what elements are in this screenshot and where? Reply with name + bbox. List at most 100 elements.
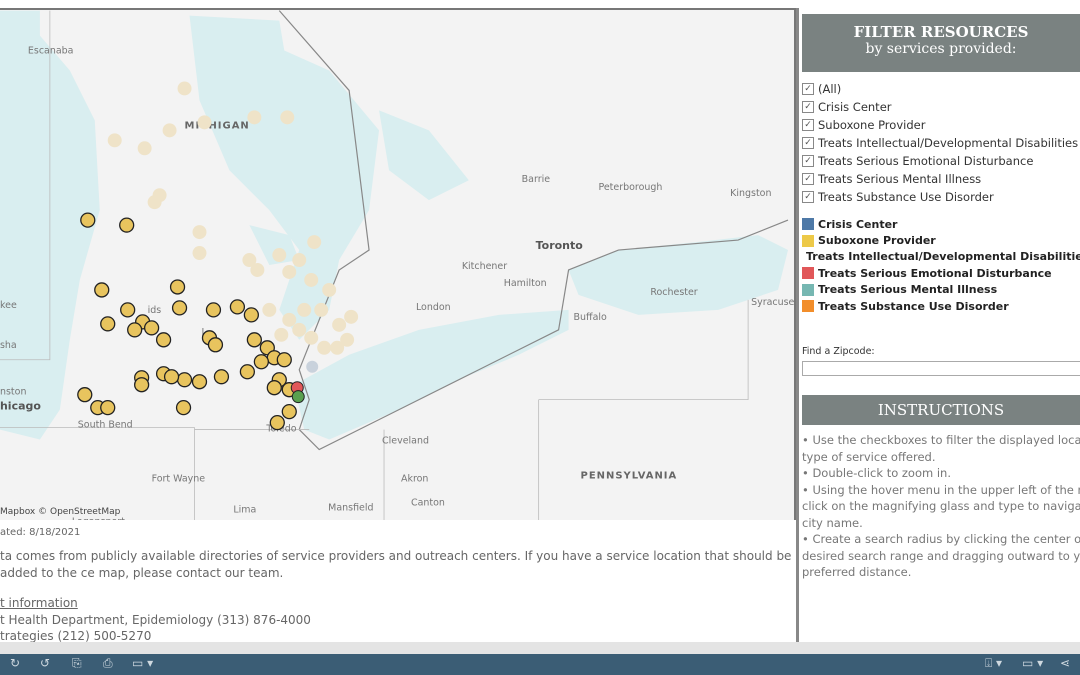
filter-option[interactable]: ✓ Treats Serious Emotional Disturbance bbox=[802, 152, 1080, 170]
zipcode-input[interactable] bbox=[802, 361, 1080, 376]
redo-icon[interactable]: ↻ bbox=[10, 656, 20, 670]
faded-location-point[interactable] bbox=[197, 115, 212, 130]
faded-location-point[interactable] bbox=[247, 110, 262, 125]
faded-location-point[interactable] bbox=[274, 327, 289, 342]
suboxone-location-point[interactable] bbox=[134, 377, 150, 393]
developmental-disability-point[interactable] bbox=[291, 390, 305, 404]
suboxone-location-point[interactable] bbox=[119, 217, 135, 233]
faded-location-point[interactable] bbox=[292, 253, 307, 267]
suboxone-location-point[interactable] bbox=[207, 337, 224, 353]
filter-option[interactable]: ✓ (All) bbox=[802, 80, 1080, 98]
device-layout-icon[interactable]: ▭ ▾ bbox=[1022, 656, 1043, 670]
faded-location-point[interactable] bbox=[107, 133, 122, 148]
faded-location-point[interactable] bbox=[137, 141, 152, 156]
download-icon[interactable]: ⍗ ▾ bbox=[985, 656, 1002, 671]
faded-location-point[interactable] bbox=[322, 282, 337, 297]
pause-icon[interactable]: ⎙ bbox=[103, 656, 113, 671]
crisis-location-point[interactable] bbox=[306, 360, 319, 373]
faded-location-point[interactable] bbox=[262, 302, 277, 317]
suboxone-location-point[interactable] bbox=[100, 400, 116, 416]
suboxone-location-point[interactable] bbox=[191, 374, 208, 390]
faded-location-point[interactable] bbox=[297, 302, 312, 317]
suboxone-location-point[interactable] bbox=[171, 300, 188, 316]
checkbox[interactable]: ✓ bbox=[802, 173, 814, 185]
suboxone-location-point[interactable] bbox=[281, 403, 297, 420]
faded-location-point[interactable] bbox=[272, 248, 287, 263]
suboxone-location-point[interactable] bbox=[175, 400, 192, 416]
map-canvas[interactable]: MICHIGAN PENNSYLVANIA Escanaba Barrie Peterb… bbox=[0, 10, 794, 520]
suboxone-location-point[interactable] bbox=[266, 380, 282, 396]
water-bodies bbox=[0, 10, 789, 440]
faded-location-point[interactable] bbox=[282, 265, 297, 279]
faded-location-point[interactable] bbox=[282, 312, 297, 327]
legend-item[interactable]: Treats Intellectual/Developmental Disabi… bbox=[802, 249, 1080, 265]
suboxone-location-point[interactable] bbox=[127, 322, 143, 338]
suboxone-location-point[interactable] bbox=[205, 302, 222, 318]
faded-location-point[interactable] bbox=[177, 81, 192, 96]
checkbox[interactable]: ✓ bbox=[802, 155, 814, 167]
instruction-line: • Use the checkboxes to filter the displ… bbox=[802, 433, 1080, 447]
checkbox[interactable]: ✓ bbox=[802, 83, 814, 95]
faded-location-point[interactable] bbox=[162, 123, 177, 138]
undo-icon[interactable]: ↺ bbox=[40, 656, 50, 670]
suboxone-location-point[interactable] bbox=[100, 316, 116, 332]
legend-item[interactable]: Treats Substance Use Disorder bbox=[802, 298, 1080, 314]
instruction-line: click on the magnifying glass and type t… bbox=[802, 499, 1080, 513]
suboxone-location-point[interactable] bbox=[213, 369, 230, 385]
suboxone-location-point[interactable] bbox=[246, 332, 262, 348]
service-filter-list: ✓ (All) ✓ Crisis Center ✓ Suboxone Provider ✓ T… bbox=[802, 80, 1080, 206]
faded-location-point[interactable] bbox=[314, 302, 329, 317]
legend-item[interactable]: Treats Serious Emotional Disturbance bbox=[802, 265, 1080, 281]
filter-option[interactable]: ✓ Suboxone Provider bbox=[802, 116, 1080, 134]
suboxone-location-point[interactable] bbox=[239, 364, 256, 380]
map-attribution[interactable]: Mapbox © OpenStreetMap bbox=[0, 507, 120, 517]
suboxone-location-point[interactable] bbox=[253, 354, 269, 370]
faded-location-point[interactable] bbox=[304, 272, 319, 287]
suboxone-location-point[interactable] bbox=[176, 372, 193, 388]
suboxone-location-point[interactable] bbox=[276, 352, 292, 368]
faded-location-point[interactable] bbox=[344, 309, 359, 324]
faded-location-point[interactable] bbox=[250, 263, 265, 277]
suboxone-location-point[interactable] bbox=[94, 282, 110, 298]
suboxone-location-point[interactable] bbox=[77, 387, 93, 403]
filter-option-label: Treats Serious Mental Illness bbox=[818, 172, 982, 186]
legend-item[interactable]: Suboxone Provider bbox=[802, 232, 1080, 248]
faded-location-point[interactable] bbox=[192, 225, 207, 240]
suboxone-location-point[interactable] bbox=[143, 320, 160, 336]
contact-heading[interactable]: t information bbox=[0, 595, 311, 612]
checkbox[interactable]: ✓ bbox=[802, 101, 814, 113]
filter-option[interactable]: ✓ Treats Intellectual/Developmental Disab… bbox=[802, 134, 1080, 152]
suboxone-location-point[interactable] bbox=[243, 307, 259, 323]
suboxone-location-point[interactable] bbox=[163, 369, 180, 385]
faded-location-point[interactable] bbox=[280, 110, 295, 125]
legend-item[interactable]: Treats Serious Mental Illness bbox=[802, 282, 1080, 298]
faded-location-point[interactable] bbox=[147, 195, 162, 210]
share-icon[interactable]: ⋖ bbox=[1060, 656, 1070, 670]
suboxone-location-point[interactable] bbox=[229, 299, 246, 315]
faded-location-point[interactable] bbox=[292, 322, 307, 337]
suboxone-location-point[interactable] bbox=[120, 302, 136, 318]
suboxone-location-point[interactable] bbox=[169, 279, 186, 295]
filter-option[interactable]: ✓ Treats Substance Use Disorder bbox=[802, 188, 1080, 206]
faded-location-point[interactable] bbox=[192, 246, 207, 261]
suboxone-location-point[interactable] bbox=[269, 414, 285, 431]
filter-option[interactable]: ✓ Treats Serious Mental Illness bbox=[802, 170, 1080, 188]
checkbox[interactable]: ✓ bbox=[802, 119, 814, 131]
faded-location-point[interactable] bbox=[340, 332, 355, 347]
faded-location-point[interactable] bbox=[304, 330, 319, 345]
checkbox[interactable]: ✓ bbox=[802, 137, 814, 149]
faded-location-point[interactable] bbox=[317, 340, 332, 355]
suboxone-location-point[interactable] bbox=[155, 332, 172, 348]
refresh-icon[interactable]: ▭ ▾ bbox=[132, 656, 153, 670]
instruction-line: city name. bbox=[802, 515, 863, 530]
service-map[interactable]: MICHIGAN PENNSYLVANIA Escanaba Barrie Peterb… bbox=[0, 8, 796, 520]
filter-option[interactable]: ✓ Crisis Center bbox=[802, 98, 1080, 116]
revert-icon[interactable]: ⎘ bbox=[72, 656, 82, 671]
faded-location-point[interactable] bbox=[332, 317, 347, 332]
suboxone-location-point[interactable] bbox=[80, 212, 96, 228]
city-label: Cleveland bbox=[382, 436, 429, 447]
legend-item[interactable]: Crisis Center bbox=[802, 216, 1080, 232]
faded-location-point[interactable] bbox=[307, 235, 322, 250]
instruction-line: • Create a search radius by clicking the… bbox=[802, 532, 1080, 546]
checkbox[interactable]: ✓ bbox=[802, 191, 814, 203]
